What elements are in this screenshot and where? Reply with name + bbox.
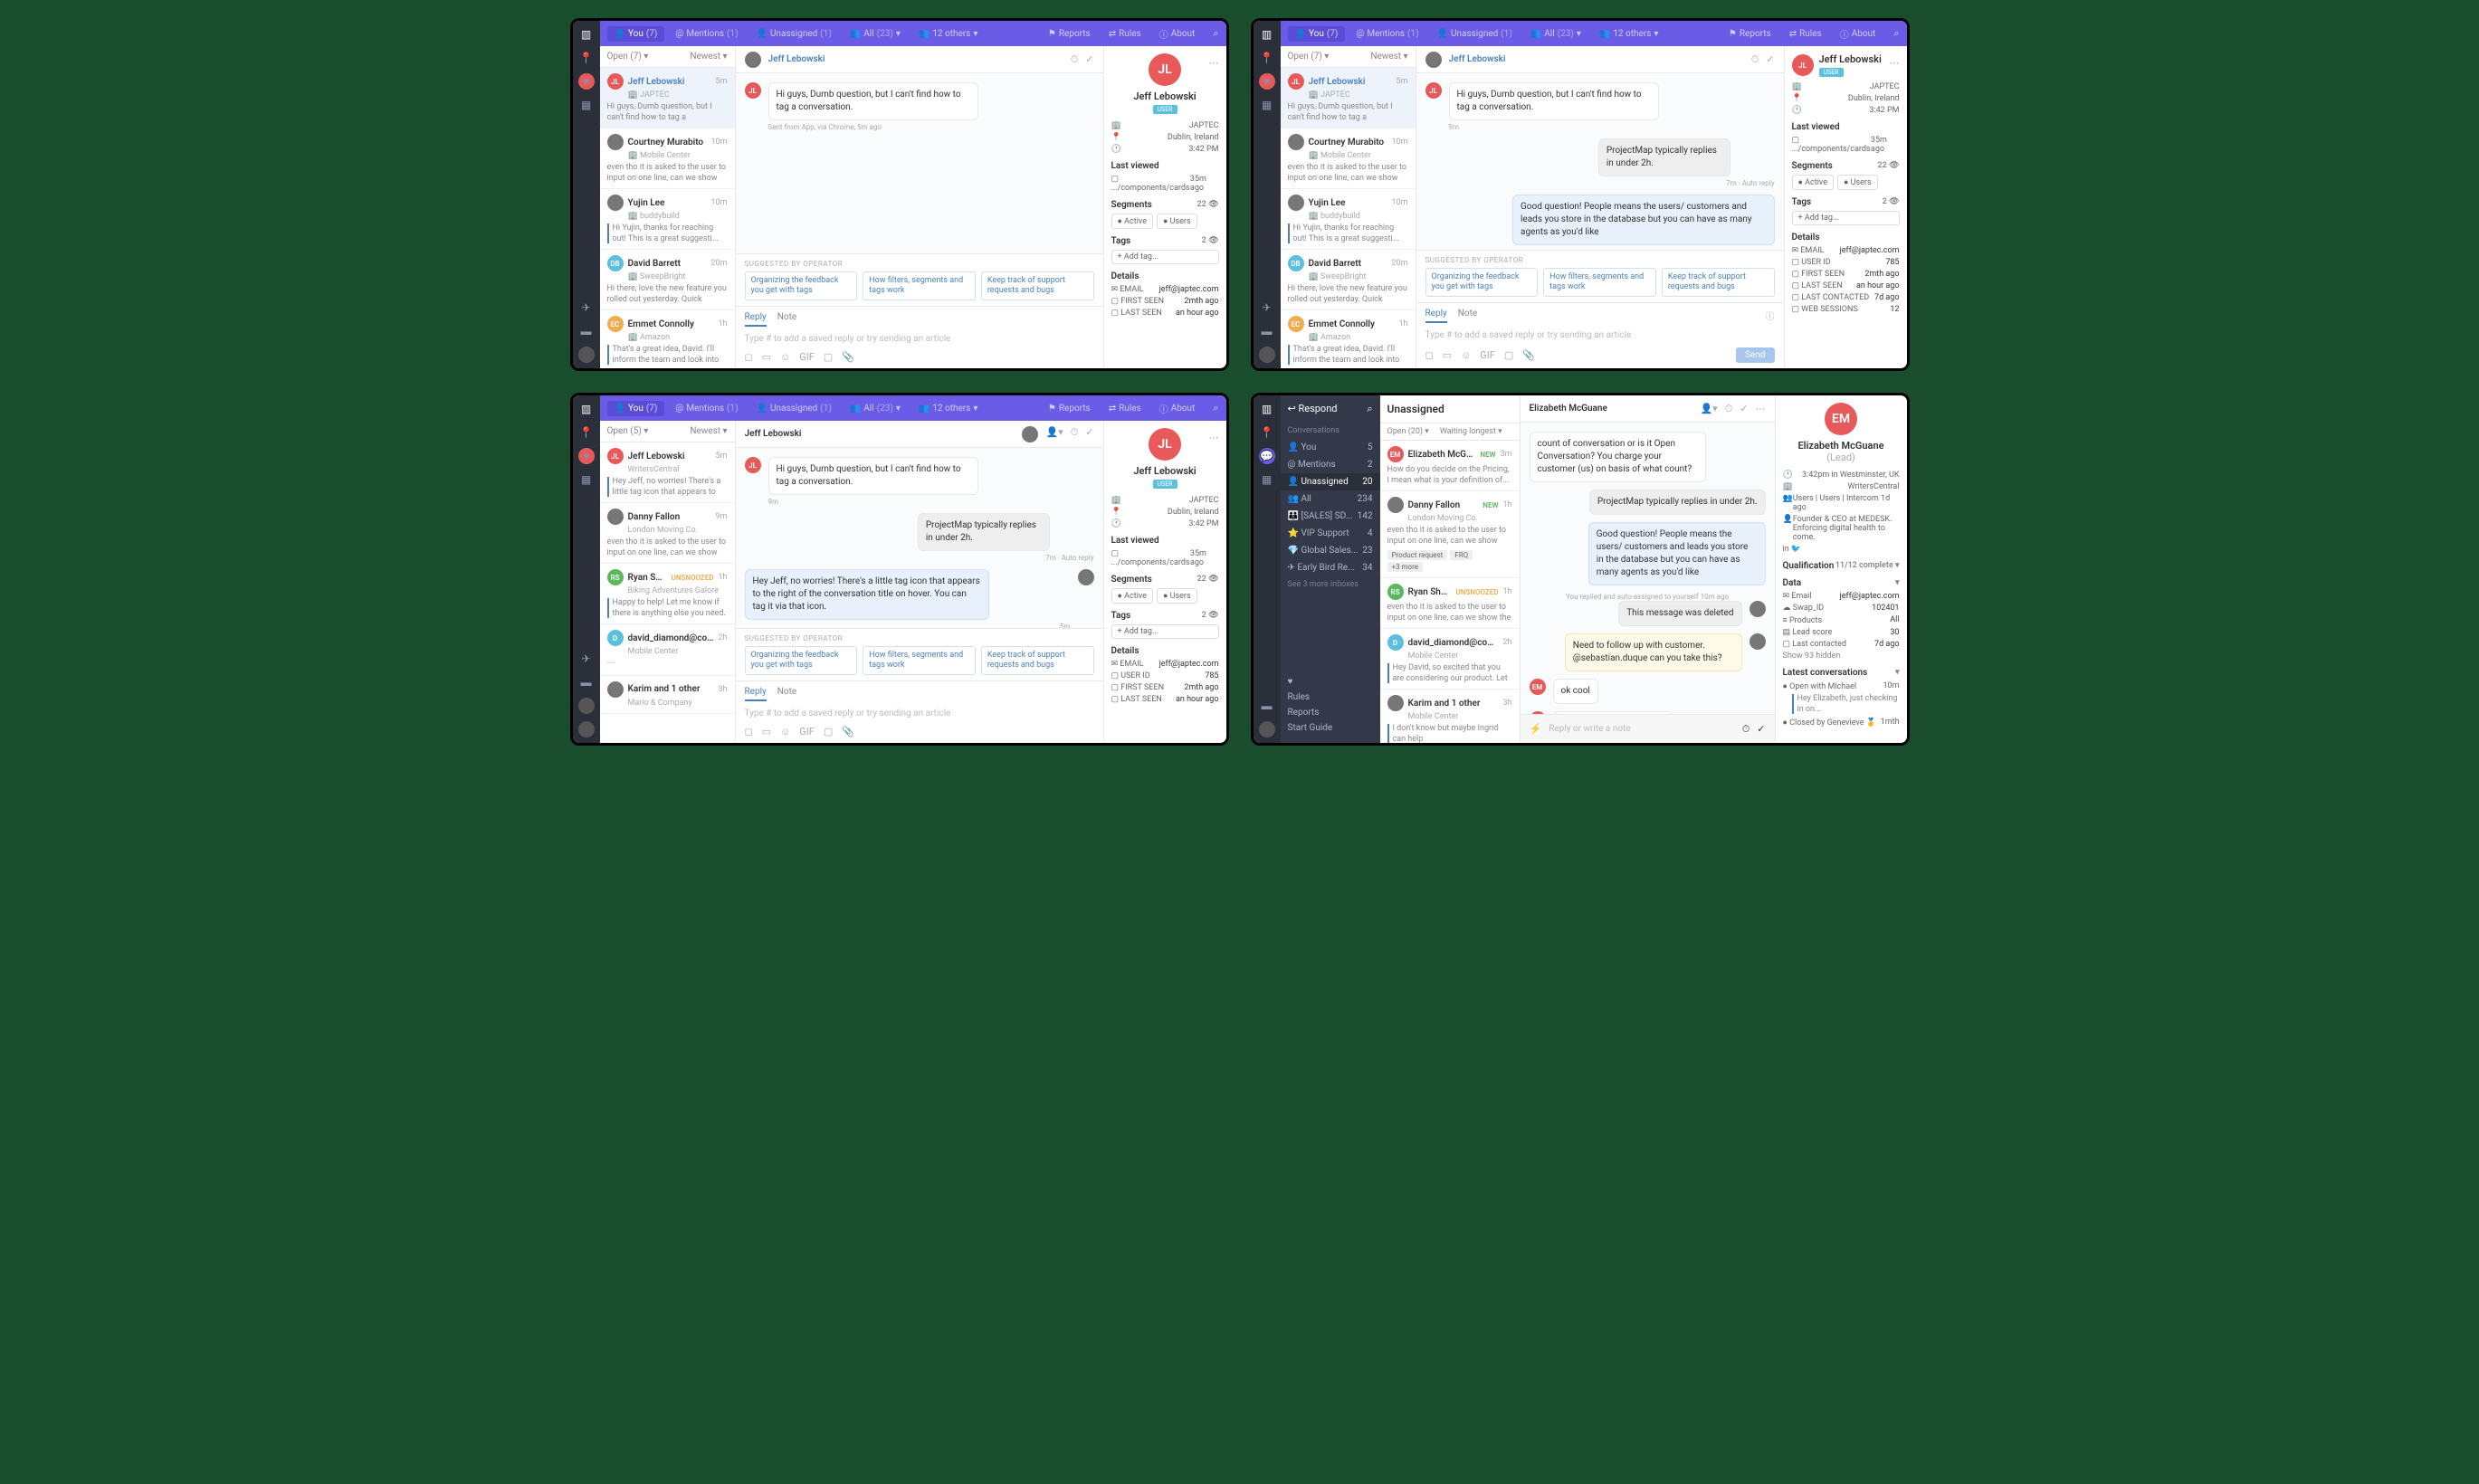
composer-input[interactable]: Type # to add a saved reply or try sendi… (745, 330, 1094, 347)
tab-all[interactable]: 👥 All (23) ▾ (843, 26, 908, 42)
nav-unassigned[interactable]: 👤 Unassigned20 (1281, 473, 1380, 490)
tab-you[interactable]: 👤 You (7) (607, 26, 665, 42)
search-icon[interactable]: ⌕ (1367, 403, 1372, 415)
heart-icon[interactable]: ♥ (578, 73, 595, 90)
suggestion-chip[interactable]: How filters, segments and tags work (863, 271, 976, 300)
left-rail: ▥📍♥▦✈▬ (1254, 21, 1281, 368)
attach-icon[interactable]: 📎 (842, 351, 854, 363)
tab-others[interactable]: 👥 12 others ▾ (911, 26, 986, 42)
lightning-icon[interactable]: ⚡ (1530, 723, 1542, 735)
info-icon[interactable]: ⓘ (1766, 309, 1775, 323)
conv-item[interactable]: ECEmmet Connolly1h 🏢 Amazon That's a gre… (600, 310, 735, 368)
nav-all[interactable]: 👥 All234 (1281, 490, 1380, 508)
send-button[interactable]: Send (1736, 347, 1774, 363)
conv-item[interactable]: Yujin Lee10m 🏢 buddybuild Hi Yujin, than… (600, 189, 735, 250)
saved-icon[interactable]: ▭ (762, 351, 771, 363)
bookmark-icon[interactable]: ◻ (745, 351, 753, 363)
book-icon[interactable]: ▬ (578, 323, 595, 339)
image-icon[interactable]: ▢ (824, 351, 833, 363)
emoji-icon[interactable]: ☺ (780, 351, 790, 363)
reply-tab[interactable]: Reply (745, 312, 767, 327)
open-filter[interactable]: Open (7) ▾ (607, 52, 649, 62)
composer: Reply Note Type # to add a saved reply or… (736, 306, 1103, 368)
conv-title: Jeff Lebowski (768, 54, 1063, 64)
tab-mentions[interactable]: @ Mentions (1) (668, 26, 745, 42)
top-tabs: 👤 You (7) @ Mentions (1) 👤 Unassigned (1… (600, 21, 1226, 46)
sort-filter[interactable]: Newest ▾ (690, 52, 727, 62)
conversation-pane: Jeff Lebowski⏱✓ JLHi guys, Dumb question… (736, 46, 1104, 368)
pin-icon[interactable]: 📍 (578, 50, 595, 66)
tab-reports[interactable]: ⚑ Reports (1041, 26, 1098, 42)
profile-panel: ⋯ JLJeff LebowskiUSER 🏢 JAPTEC📍 Dublin, … (1104, 46, 1226, 368)
add-tag[interactable]: + Add tag... (1111, 250, 1219, 264)
left-rail: ▥ 📍 ♥ ▦ ✈ ▬ (573, 21, 600, 368)
suggestion-chip[interactable]: Organizing the feedback you get with tag… (745, 271, 858, 300)
note-tab[interactable]: Note (777, 312, 796, 327)
snooze-icon[interactable]: ⏱ (1071, 53, 1079, 66)
conv-item[interactable]: DBDavid Barrett20m 🏢 SweepBright Hi ther… (600, 250, 735, 310)
more-icon[interactable]: ⋯ (1209, 57, 1219, 69)
conv-item[interactable]: Courtney Murabito10m 🏢 Mobile Center eve… (600, 128, 735, 189)
close-icon[interactable]: ✓ (1085, 53, 1093, 66)
operator-suggestions: SUGGESTED BY OPERATOR Organizing the fee… (736, 253, 1103, 306)
conversation-list: Open (7) ▾ Newest ▾ JLJeff Lebowski5m 🏢 J… (600, 46, 736, 368)
nav-mentions[interactable]: @ Mentions2 (1281, 456, 1380, 473)
logo-icon[interactable]: ▥ (578, 26, 595, 43)
conv-item[interactable]: JLJeff Lebowski5m 🏢 JAPTEC Hi guys, Dumb… (600, 68, 735, 128)
tab-unassigned[interactable]: 👤 Unassigned (1) (749, 26, 839, 42)
search-icon[interactable]: ⌕ (1213, 27, 1218, 40)
grid-icon[interactable]: ▦ (578, 97, 595, 113)
nav-you[interactable]: 👤 You5 (1281, 439, 1380, 456)
user-avatar[interactable] (578, 347, 595, 363)
message-bubble: Hi guys, Dumb question, but I can't find… (768, 82, 978, 120)
gif-icon[interactable]: GIF (799, 351, 815, 363)
tab-about[interactable]: ⓘ About (1152, 24, 1203, 43)
list-title: Unassigned (1380, 395, 1520, 423)
send-icon[interactable]: ✈ (578, 300, 595, 316)
tab-rules[interactable]: ⇄ Rules (1101, 26, 1149, 42)
suggestion-chip[interactable]: Keep track of support requests and bugs (981, 271, 1094, 300)
sidebar-nav: ↩ Respond⌕ Conversations 👤 You5 @ Mentio… (1281, 395, 1380, 743)
